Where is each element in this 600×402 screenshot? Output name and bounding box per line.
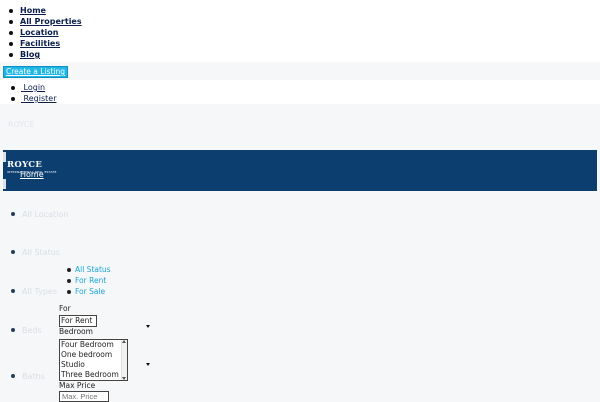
chevron-down-icon[interactable] (146, 325, 150, 328)
nav-item-location[interactable]: Location (9, 28, 59, 38)
bedroom-option[interactable]: Three Bedroom (61, 370, 119, 380)
ghost-brand-text: ROYCE (8, 120, 35, 129)
chevron-down-icon[interactable] (146, 363, 150, 366)
header-banner (3, 150, 597, 191)
bullet-baths (11, 374, 15, 378)
nav-item-all-properties[interactable]: All Properties (9, 17, 82, 27)
bullet-beds (11, 328, 15, 332)
for-select[interactable]: For Rent (59, 315, 97, 327)
nav-link-location[interactable]: Location (20, 28, 59, 37)
login-label: Login (23, 83, 46, 92)
status-for-sale[interactable]: For Sale (66, 287, 105, 297)
bedroom-label: Bedroom (59, 327, 93, 336)
banner-left-edge-bottom (3, 179, 6, 189)
max-price-label: Max Price (59, 381, 96, 390)
nav-link-home[interactable]: Home (20, 6, 46, 15)
bullet-types (11, 289, 15, 293)
label-all-status: All Status (22, 248, 60, 257)
bullet-location (11, 212, 15, 216)
nav-item-facilities[interactable]: Facilities (8, 39, 60, 49)
bedroom-listbox[interactable]: Four Bedroom One bedroom Studio Three Be… (59, 339, 128, 381)
auth-links: Login Register (0, 80, 600, 104)
register-item[interactable]: Register (10, 94, 57, 104)
bullet-status (11, 250, 15, 254)
banner-home-link[interactable]: Home (20, 170, 44, 179)
register-label: Register (23, 94, 57, 103)
bedroom-option[interactable]: Four Bedroom (61, 340, 114, 350)
status-all[interactable]: All Status (67, 265, 111, 275)
listbox-scrollbar[interactable] (121, 340, 127, 380)
label-beds: Beds (22, 326, 42, 335)
label-all-location: All Location (22, 210, 69, 219)
bedroom-option[interactable]: Studio (61, 360, 85, 370)
nav-item-blog[interactable]: Blog (8, 50, 40, 60)
register-link[interactable]: Register (21, 94, 57, 103)
bedroom-option[interactable]: One bedroom (61, 350, 112, 360)
label-baths: Baths (22, 372, 45, 381)
nav-link-all-properties[interactable]: All Properties (20, 17, 82, 26)
create-listing-button[interactable]: Create a Listing (3, 66, 68, 78)
login-item[interactable]: Login (10, 83, 46, 93)
banner-left-edge (3, 152, 6, 162)
for-label: For (59, 304, 71, 313)
nav-link-blog[interactable]: Blog (20, 50, 40, 59)
logo-wordmark: ROYCE (7, 160, 43, 170)
login-link[interactable]: Login (21, 83, 46, 92)
top-navigation: Home All Properties Location Facilities … (0, 0, 600, 62)
label-all-types: All Types (22, 287, 58, 296)
status-for-rent[interactable]: For Rent (66, 276, 106, 286)
max-price-input[interactable] (59, 391, 109, 402)
nav-link-facilities[interactable]: Facilities (20, 39, 60, 48)
nav-item-home[interactable]: Home (9, 6, 46, 16)
